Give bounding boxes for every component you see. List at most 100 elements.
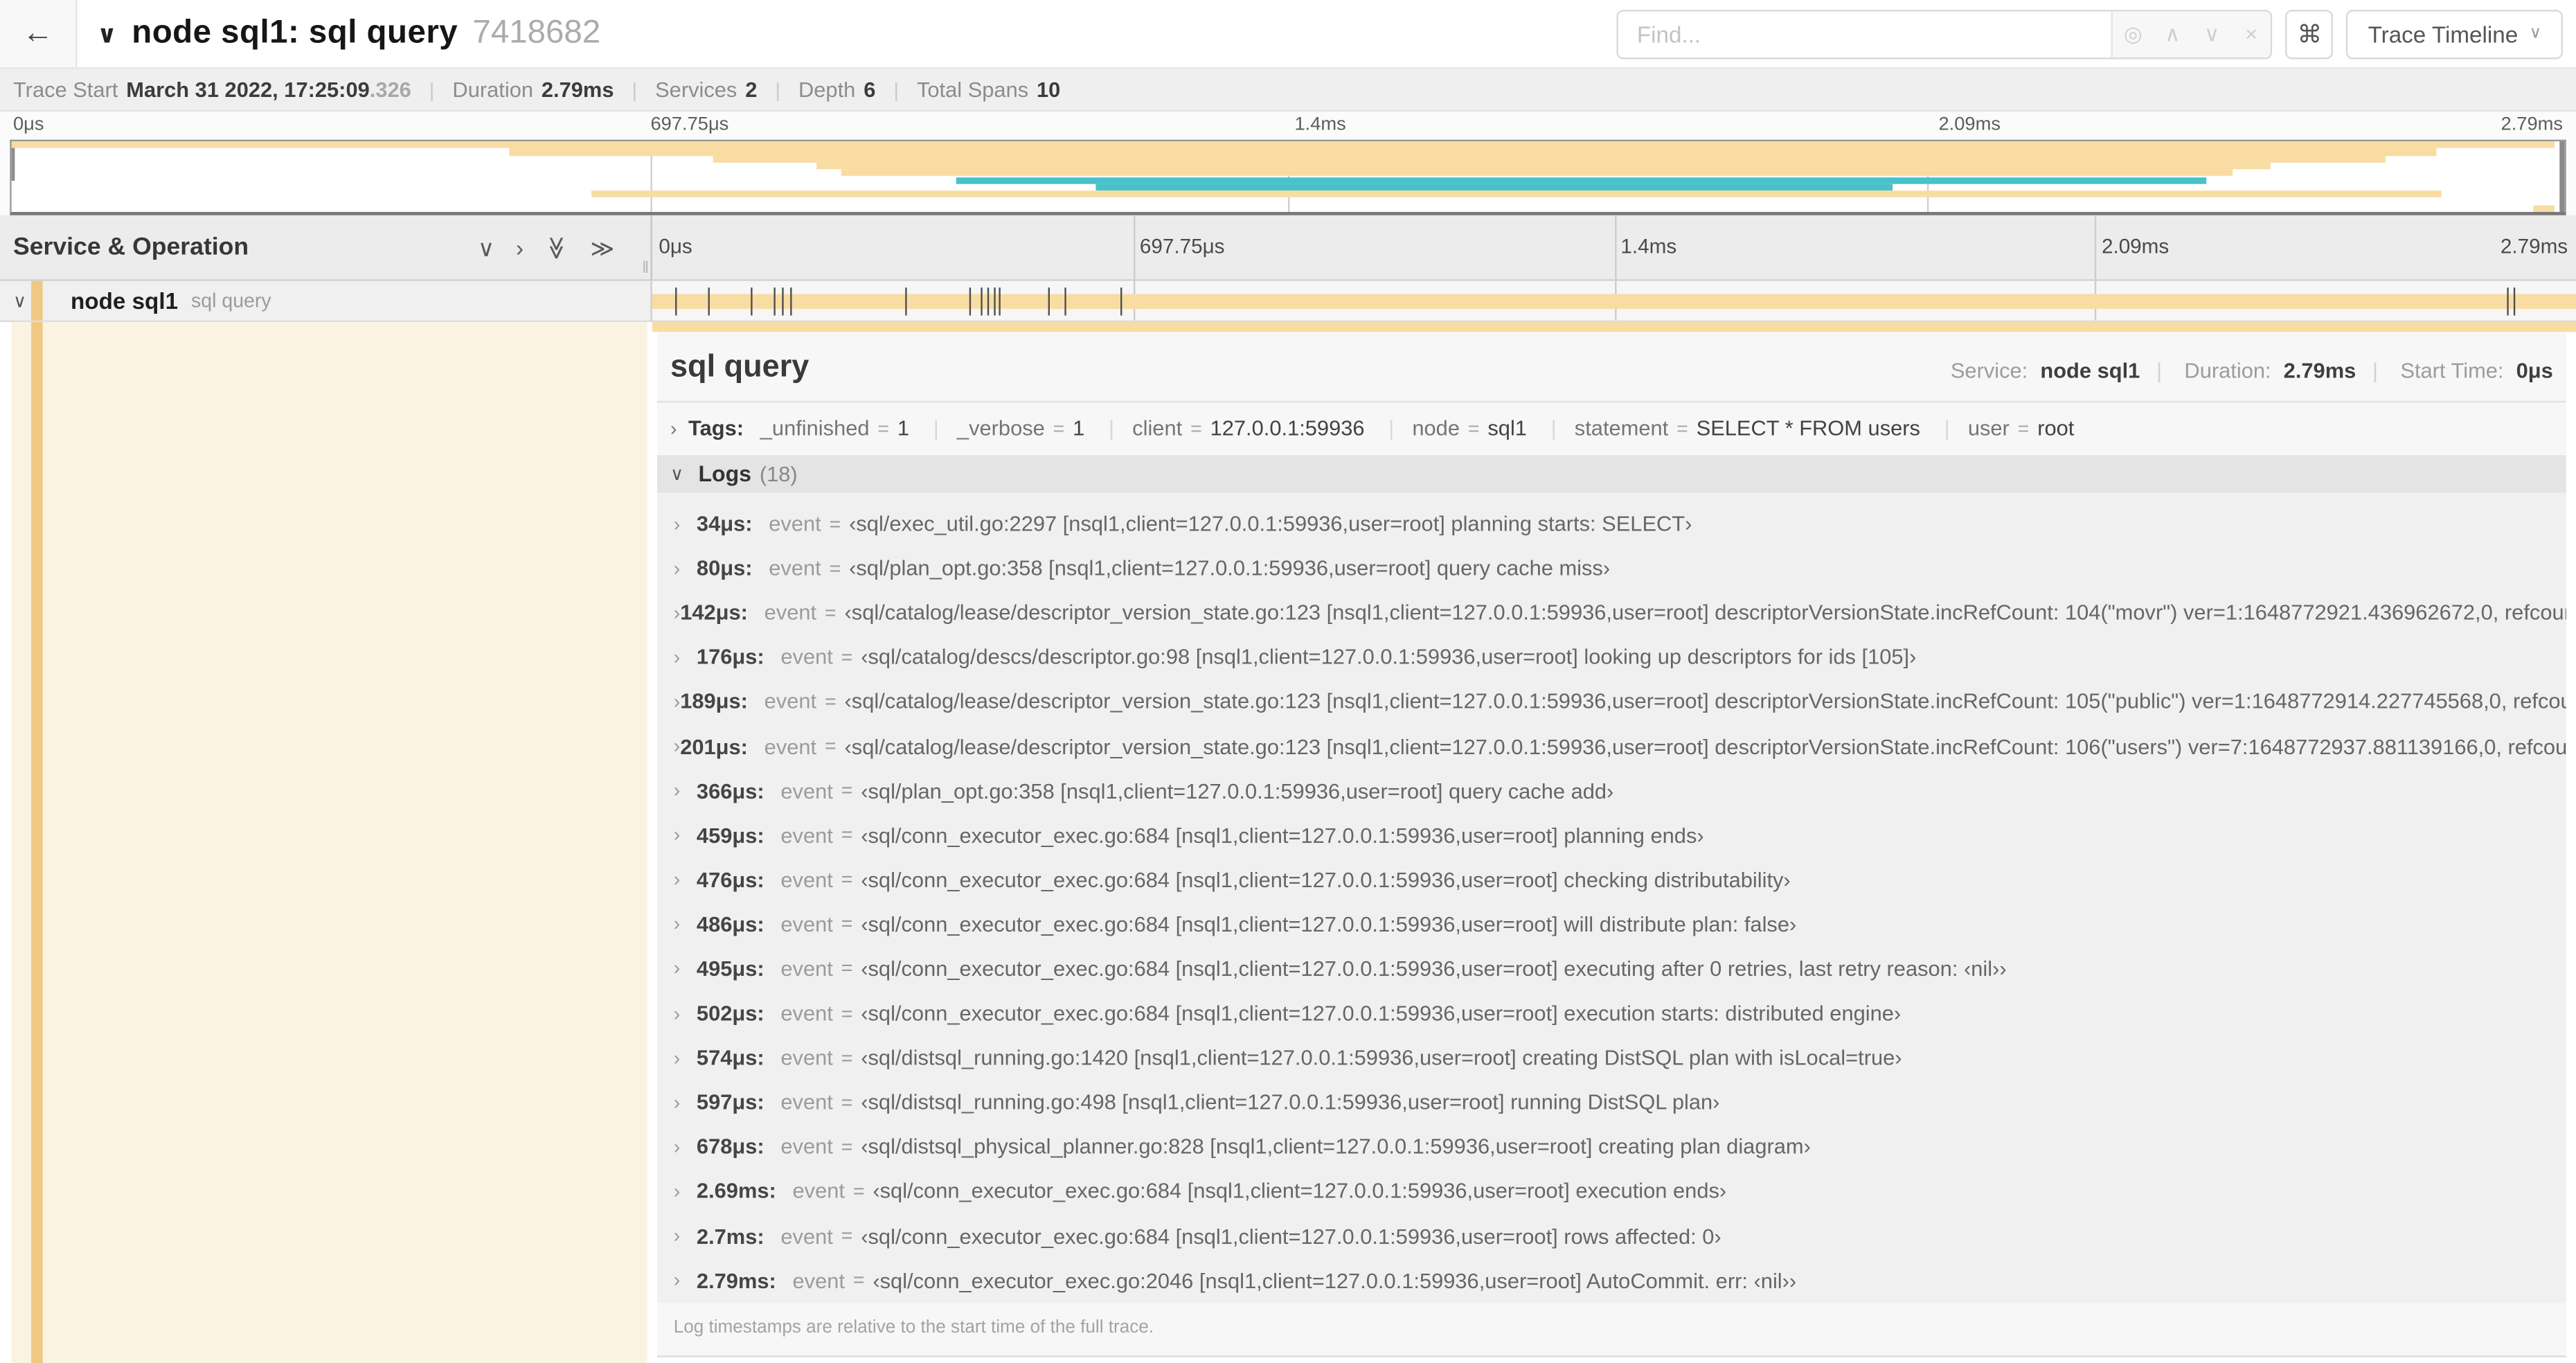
log-field-name: event	[792, 1179, 845, 1204]
page-title: node sql1: sql query	[132, 15, 458, 51]
command-icon: ⌘	[2297, 20, 2323, 48]
header-controls: ◎ ∧ ∨ × ⌘ Trace Timeline ∨	[1617, 0, 2576, 67]
minimap-span-bar	[11, 141, 2555, 149]
log-marker-tick	[750, 287, 752, 316]
log-field-name: event	[780, 1045, 833, 1070]
collapse-one-icon[interactable]: ∨	[478, 235, 494, 258]
minimap-span-bar	[956, 177, 2208, 184]
log-timestamp: 2.7ms:	[696, 1223, 764, 1248]
log-timestamp: 502μs:	[696, 1001, 764, 1026]
log-timestamp: 486μs:	[696, 911, 764, 937]
log-field-name: event	[780, 1134, 833, 1159]
log-value: ‹sql/catalog/descs/descriptor.go:98 [nsq…	[861, 644, 1917, 670]
chevron-down-icon: ∨	[670, 465, 684, 485]
timeline-gridline	[1133, 215, 1135, 280]
log-entry[interactable]: › 459μs: event = ‹sql/conn_executor_exec…	[657, 813, 2566, 857]
collapse-header-icon[interactable]: ∨	[97, 19, 117, 48]
chevron-right-icon: ›	[673, 690, 681, 713]
log-value: ‹sql/conn_executor_exec.go:684 [nsql1,cl…	[861, 1223, 1721, 1248]
tag-item: _verbose=1	[915, 416, 1085, 440]
log-value: ‹sql/conn_executor_exec.go:684 [nsql1,cl…	[861, 1001, 1902, 1026]
log-field-name: event	[792, 1267, 845, 1293]
log-entry[interactable]: › 476μs: event = ‹sql/conn_executor_exec…	[657, 857, 2566, 902]
log-value: ‹sql/catalog/lease/descriptor_version_st…	[844, 733, 2566, 758]
top-bar: ← ∨ node sql1: sql query 7418682 ◎ ∧ ∨ ×…	[0, 0, 2576, 69]
log-value: ‹sql/conn_executor_exec.go:684 [nsql1,cl…	[861, 867, 1791, 892]
logs-title: Logs	[698, 461, 751, 487]
log-entry[interactable]: › 678μs: event = ‹sql/distsql_physical_p…	[657, 1124, 2566, 1168]
minimap-right-scrubber[interactable]	[2559, 141, 2565, 213]
timeline-tick: 697.75μs	[1139, 235, 1225, 258]
clear-find-icon[interactable]: ×	[2232, 21, 2271, 46]
stat-service: Service: node sql1	[1950, 358, 2140, 383]
timeline-gridline	[1613, 215, 1616, 280]
timeline-tick: 2.09ms	[2101, 235, 2170, 258]
log-entry[interactable]: › 2.7ms: event = ‹sql/conn_executor_exec…	[657, 1213, 2566, 1258]
minimap-span-bar	[1096, 184, 1893, 191]
log-entry[interactable]: › 597μs: event = ‹sql/distsql_running.go…	[657, 1080, 2566, 1124]
tags-list: _unfinished=1 _verbose=1 client=127.0.0.…	[760, 416, 2075, 440]
trace-page: ← ∨ node sql1: sql query 7418682 ◎ ∧ ∨ ×…	[0, 0, 2576, 1363]
logs-list: › 34μs: event = ‹sql/exec_util.go:2297 […	[656, 492, 2566, 1303]
span-row-label[interactable]: ∨ node sql1 sql query	[0, 280, 652, 323]
tag-item: client=127.0.0.1:59936	[1091, 416, 1365, 440]
log-field-name: event	[780, 1001, 833, 1026]
span-detail-duration-bar[interactable]	[652, 322, 2576, 332]
log-entry[interactable]: › 574μs: event = ‹sql/distsql_running.go…	[657, 1035, 2566, 1080]
chevron-right-icon: ›	[673, 1001, 681, 1025]
log-entry[interactable]: › 2.79ms: event = ‹sql/conn_executor_exe…	[657, 1258, 2566, 1302]
keyboard-shortcuts-button[interactable]: ⌘	[2285, 9, 2334, 59]
log-entry[interactable]: › 34μs: event = ‹sql/exec_util.go:2297 […	[657, 501, 2566, 546]
expand-all-icon[interactable]: ≫	[591, 235, 615, 258]
log-field-name: event	[764, 689, 817, 714]
logs-accordion-header[interactable]: ∨ Logs (18)	[656, 455, 2566, 493]
log-value: ‹sql/exec_util.go:2297 [nsql1,client=127…	[849, 510, 1692, 536]
collapse-all-icon[interactable]: ≫	[544, 235, 570, 260]
log-entry[interactable]: › 366μs: event = ‹sql/plan_opt.go:358 [n…	[657, 768, 2566, 812]
minimap-span-bar	[713, 155, 2386, 163]
span-row-track[interactable]	[652, 280, 2576, 323]
log-field-name: event	[780, 822, 833, 848]
collapse-span-icon[interactable]: ∨	[13, 290, 33, 311]
log-entry[interactable]: › 189μs: event = ‹sql/catalog/lease/desc…	[657, 679, 2566, 724]
span-service-name: node sql1	[71, 287, 179, 314]
next-result-icon[interactable]: ∨	[2192, 21, 2232, 47]
timeline-tick: 0μs	[659, 235, 692, 258]
log-timestamp: 2.69ms:	[696, 1179, 776, 1204]
minimap-canvas[interactable]	[10, 139, 2566, 215]
log-entry[interactable]: › 502μs: event = ‹sql/conn_executor_exec…	[657, 991, 2566, 1035]
log-entry[interactable]: › 80μs: event = ‹sql/plan_opt.go:358 [ns…	[657, 546, 2566, 590]
tags-accordion[interactable]: › Tags: _unfinished=1 _verbose=1 client=…	[657, 402, 2566, 455]
chevron-right-icon: ›	[673, 1268, 681, 1292]
log-entry[interactable]: › 176μs: event = ‹sql/catalog/descs/desc…	[657, 634, 2566, 679]
find-input[interactable]	[1618, 10, 2112, 57]
back-button[interactable]: ←	[0, 0, 78, 68]
expand-one-icon[interactable]: ›	[516, 235, 524, 258]
log-entry[interactable]: › 201μs: event = ‹sql/catalog/lease/desc…	[657, 724, 2566, 768]
minimap-tick: 0μs	[12, 115, 44, 135]
log-marker-tick	[1064, 287, 1066, 316]
column-resizer-grip[interactable]: ‖	[642, 260, 649, 278]
span-duration-bar[interactable]	[652, 294, 2576, 310]
minimap-span-bar	[509, 148, 2438, 156]
span-tint-background	[11, 322, 647, 1363]
log-value: ‹sql/distsql_physical_planner.go:828 [ns…	[861, 1134, 1811, 1159]
summary-services: Services 2	[614, 78, 757, 103]
summary-total-spans: Total Spans 10	[875, 78, 1060, 103]
view-selector-label: Trace Timeline	[2368, 20, 2519, 47]
span-id-row: SpanID: 4877749850101760812	[652, 1357, 2576, 1363]
minimap-span-bar	[591, 190, 2442, 198]
log-field-name: event	[769, 555, 821, 580]
log-entry[interactable]: › 495μs: event = ‹sql/conn_executor_exec…	[657, 946, 2566, 990]
log-marker-tick	[998, 287, 1001, 316]
locate-icon[interactable]: ◎	[2113, 21, 2153, 47]
view-selector-button[interactable]: Trace Timeline ∨	[2346, 9, 2564, 59]
log-entry[interactable]: › 142μs: event = ‹sql/catalog/lease/desc…	[657, 590, 2566, 634]
log-value: ‹sql/conn_executor_exec.go:684 [nsql1,cl…	[873, 1179, 1727, 1204]
chevron-right-icon: ›	[673, 1179, 681, 1203]
log-entry[interactable]: › 2.69ms: event = ‹sql/conn_executor_exe…	[657, 1169, 2566, 1213]
log-value: ‹sql/conn_executor_exec.go:684 [nsql1,cl…	[861, 956, 2007, 981]
log-value: ‹sql/catalog/lease/descriptor_version_st…	[844, 600, 2566, 625]
prev-result-icon[interactable]: ∧	[2153, 21, 2192, 47]
log-entry[interactable]: › 486μs: event = ‹sql/conn_executor_exec…	[657, 902, 2566, 946]
